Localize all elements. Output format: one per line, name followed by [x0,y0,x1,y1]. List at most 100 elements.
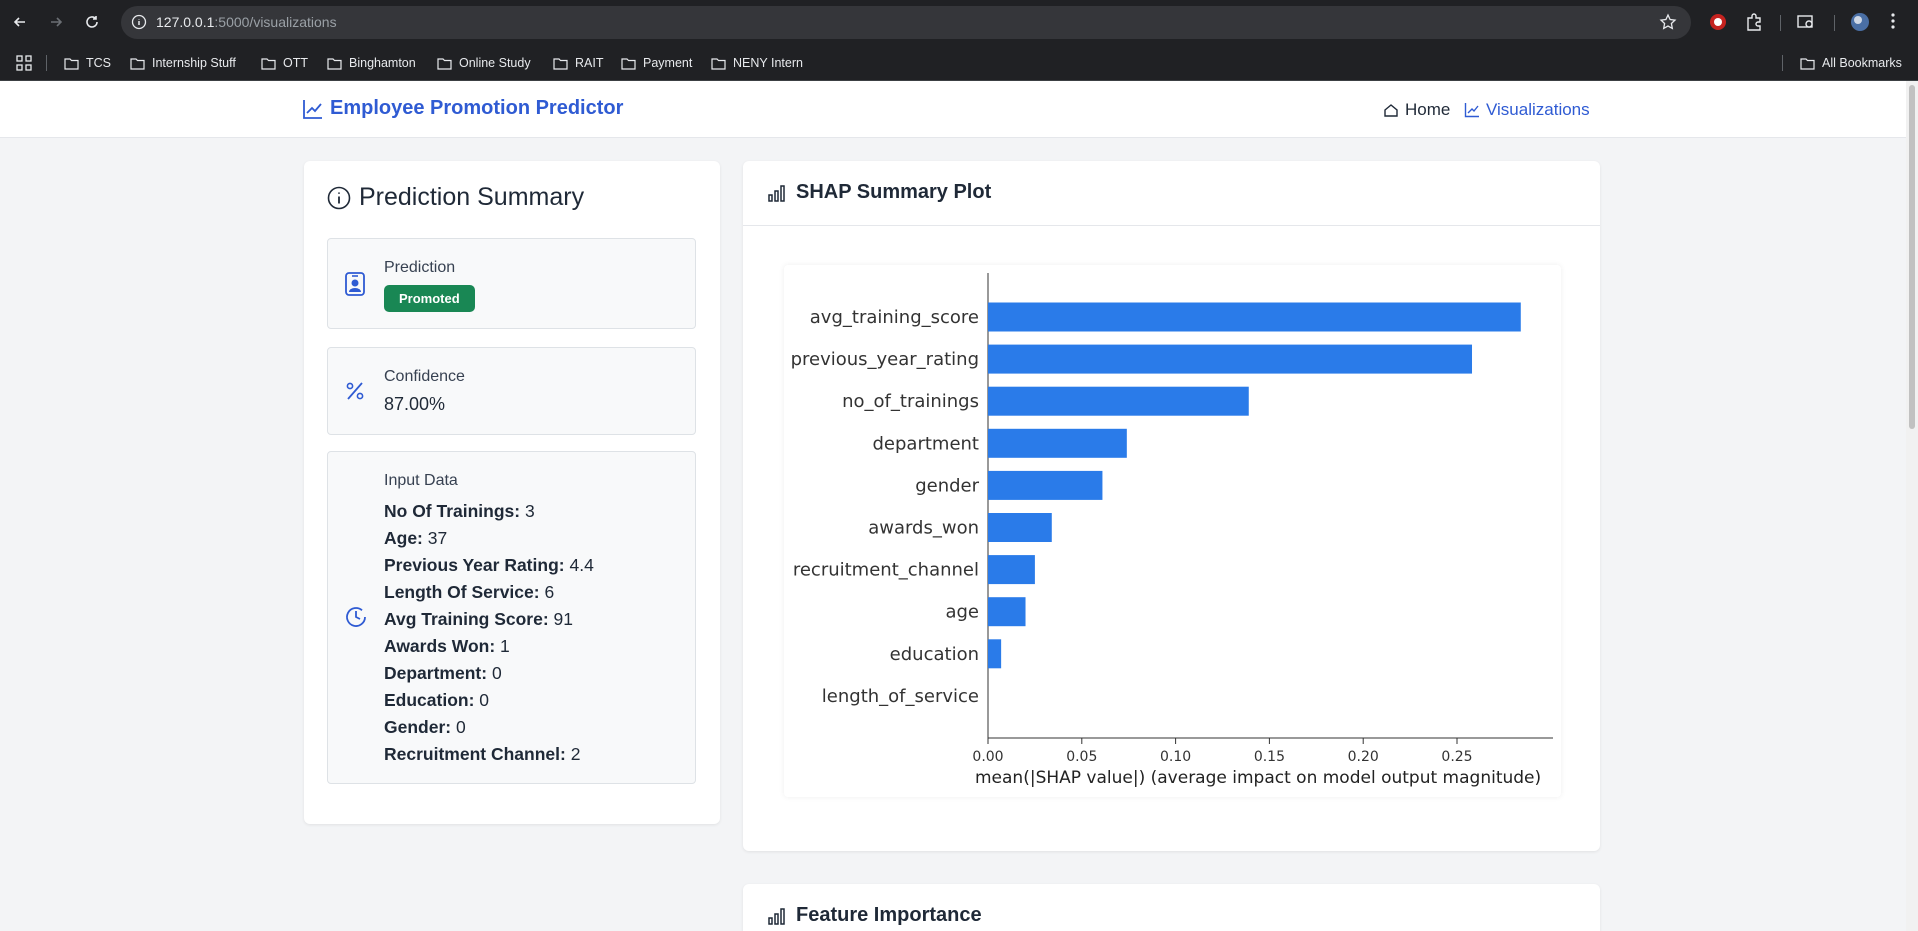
bookmark-label: RAIT [575,56,604,70]
bookmark-folder[interactable]: OTT [261,54,308,72]
url-text: 127.0.0.1:5000/visualizations [156,14,337,30]
input-key: No Of Trainings: [384,501,521,521]
address-bar[interactable]: 127.0.0.1:5000/visualizations [121,6,1691,39]
brand-link[interactable]: Employee Promotion Predictor [302,97,623,120]
nav-visualizations[interactable]: Visualizations [1464,100,1590,120]
bar [988,597,1026,627]
bookmark-folder[interactable]: Online Study [437,54,531,72]
reload-icon[interactable] [80,10,104,34]
y-tick-label: awards_won [868,518,979,539]
y-tick-label: length_of_service [822,686,979,707]
info-circle-icon [327,186,351,209]
input-data-list: No Of Trainings: 3 Age: 37 Previous Year… [384,500,594,770]
bookmark-folder[interactable]: Payment [621,54,692,72]
site-info-icon[interactable] [131,14,147,35]
prediction-label: Prediction [384,259,456,276]
input-key: Education: [384,690,475,710]
extensions-puzzle-icon[interactable] [1744,12,1764,37]
bookmarks-bar: TCS Internship Stuff OTT Binghamton Onli… [0,45,1918,81]
bookmark-label: Online Study [459,56,531,70]
y-tick-label: avg_training_score [810,307,979,328]
bar [988,639,1002,669]
profile-avatar[interactable] [1850,12,1870,37]
y-tick-label: gender [915,475,979,496]
folder-icon [130,57,145,70]
feature-importance-heading: Feature Importance [768,904,982,927]
x-tick-label: 0.05 [1066,749,1097,765]
menu-kebab-icon[interactable] [1890,12,1896,35]
nav-home[interactable]: Home [1383,100,1450,120]
back-icon[interactable] [8,10,32,34]
input-row: Department: 0 [384,662,594,689]
tab-search-icon[interactable] [1796,12,1816,37]
confidence-box: Confidence 87.00% [327,347,696,435]
x-tick-label: 0.15 [1254,749,1285,765]
scrollbar-thumb[interactable] [1909,85,1915,429]
clock-icon [344,605,368,634]
bar [988,555,1035,585]
input-key: Previous Year Rating: [384,555,565,575]
shap-card-title: SHAP Summary Plot [796,181,992,203]
page-scrollbar[interactable] [1906,81,1918,931]
bookmark-folder[interactable]: Internship Stuff [130,54,236,72]
bookmark-label: OTT [283,56,308,70]
bookmark-label: Internship Stuff [152,56,236,70]
input-value: 91 [553,609,574,629]
folder-icon [327,57,342,70]
input-row: Gender: 0 [384,716,594,743]
browser-toolbar: 127.0.0.1:5000/visualizations [0,0,1918,45]
bookmark-label: Payment [643,56,693,70]
extension-opera-icon[interactable] [1708,12,1728,37]
x-tick-label: 0.25 [1441,749,1472,765]
x-axis-label: mean(|SHAP value|) (average impact on mo… [975,768,1541,788]
bar [988,428,1127,458]
all-bookmarks[interactable]: All Bookmarks [1800,54,1902,72]
person-badge-icon [344,271,366,302]
home-icon [1384,104,1398,117]
bookmark-star-icon[interactable] [1659,13,1677,36]
input-value: 1 [500,636,510,656]
shap-card-heading: SHAP Summary Plot [768,181,991,204]
folder-icon [621,57,636,70]
input-value: 3 [525,501,535,521]
input-key: Awards Won: [384,636,496,656]
shap-card-header: SHAP Summary Plot [743,161,1600,226]
input-key: Recruitment Channel: [384,744,566,764]
input-key: Age: [384,528,423,548]
prediction-box: Prediction Promoted [327,238,696,329]
bar [988,513,1052,542]
nav-visualizations-label: Visualizations [1486,100,1590,119]
forward-icon[interactable] [44,10,68,34]
input-key: Length Of Service: [384,582,540,602]
input-row: Length Of Service: 6 [384,581,594,608]
folder-icon [64,57,79,70]
y-tick-label: recruitment_channel [793,560,979,581]
bookmark-folder[interactable]: RAIT [553,54,603,72]
bar [988,386,1249,416]
input-value: 37 [427,528,448,548]
y-tick-label: education [890,644,979,665]
apps-grid-icon[interactable] [16,54,32,72]
x-tick-label: 0.10 [1160,749,1191,765]
y-tick-label: no_of_trainings [842,391,979,412]
input-value: 0 [491,663,502,683]
bar [988,470,1103,500]
input-row: Previous Year Rating: 4.4 [384,554,594,581]
bar [988,344,1473,374]
y-tick-label: age [945,602,979,623]
bookmark-folder[interactable]: NENY Intern [711,54,803,72]
input-value: 4.4 [569,555,594,575]
input-row: Age: 37 [384,527,594,554]
app-navbar: Employee Promotion Predictor Home Visual… [0,81,1906,138]
prediction-summary-card: Prediction Summary Prediction Promoted C… [304,161,720,824]
input-key: Avg Training Score: [384,609,549,629]
bookmark-folder[interactable]: Binghamton [327,54,416,72]
all-bookmarks-label: All Bookmarks [1822,56,1902,70]
bookmark-folder[interactable]: TCS [64,54,111,72]
input-row: Avg Training Score: 91 [384,608,594,635]
input-data-label: Input Data [384,472,458,489]
bar-chart-icon [768,907,785,925]
input-value: 2 [570,744,581,764]
input-row: No Of Trainings: 3 [384,500,594,527]
input-row: Education: 0 [384,689,594,716]
